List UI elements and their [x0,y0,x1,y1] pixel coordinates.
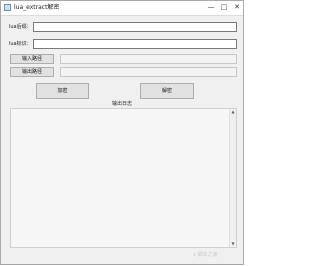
log-scrollbar[interactable]: ▲ ▼ [229,109,236,247]
scroll-up-icon[interactable]: ▲ [230,109,236,115]
scroll-down-icon[interactable]: ▼ [230,241,236,247]
minimize-icon[interactable]: — [206,3,216,12]
output-path-button[interactable]: 输出路径 [10,67,54,77]
main-window: lua_extract解密 — □ ✕ lua后缀： lua标识： 输入路径 输… [0,0,244,265]
lua-signature-input[interactable] [33,39,237,49]
lua-suffix-label: lua后缀： [9,24,32,30]
title-bar[interactable]: lua_extract解密 — □ ✕ [1,1,243,16]
input-path-button[interactable]: 输入路径 [10,54,54,64]
lua-signature-label: lua标识： [9,41,32,47]
watermark: ɤ 脚本之家 [193,252,218,258]
app-icon [4,4,11,11]
encrypt-button[interactable]: 加密 [36,83,89,99]
output-path-field[interactable] [60,67,237,77]
maximize-icon[interactable]: □ [219,3,229,12]
window-title: lua_extract解密 [14,4,60,11]
decrypt-button[interactable]: 解密 [140,83,194,99]
lua-suffix-input[interactable] [33,22,237,32]
log-title: 输出日志 [111,101,132,107]
output-log[interactable]: ▲ ▼ [10,108,237,248]
input-path-field[interactable] [60,54,237,64]
close-icon[interactable]: ✕ [232,3,242,12]
